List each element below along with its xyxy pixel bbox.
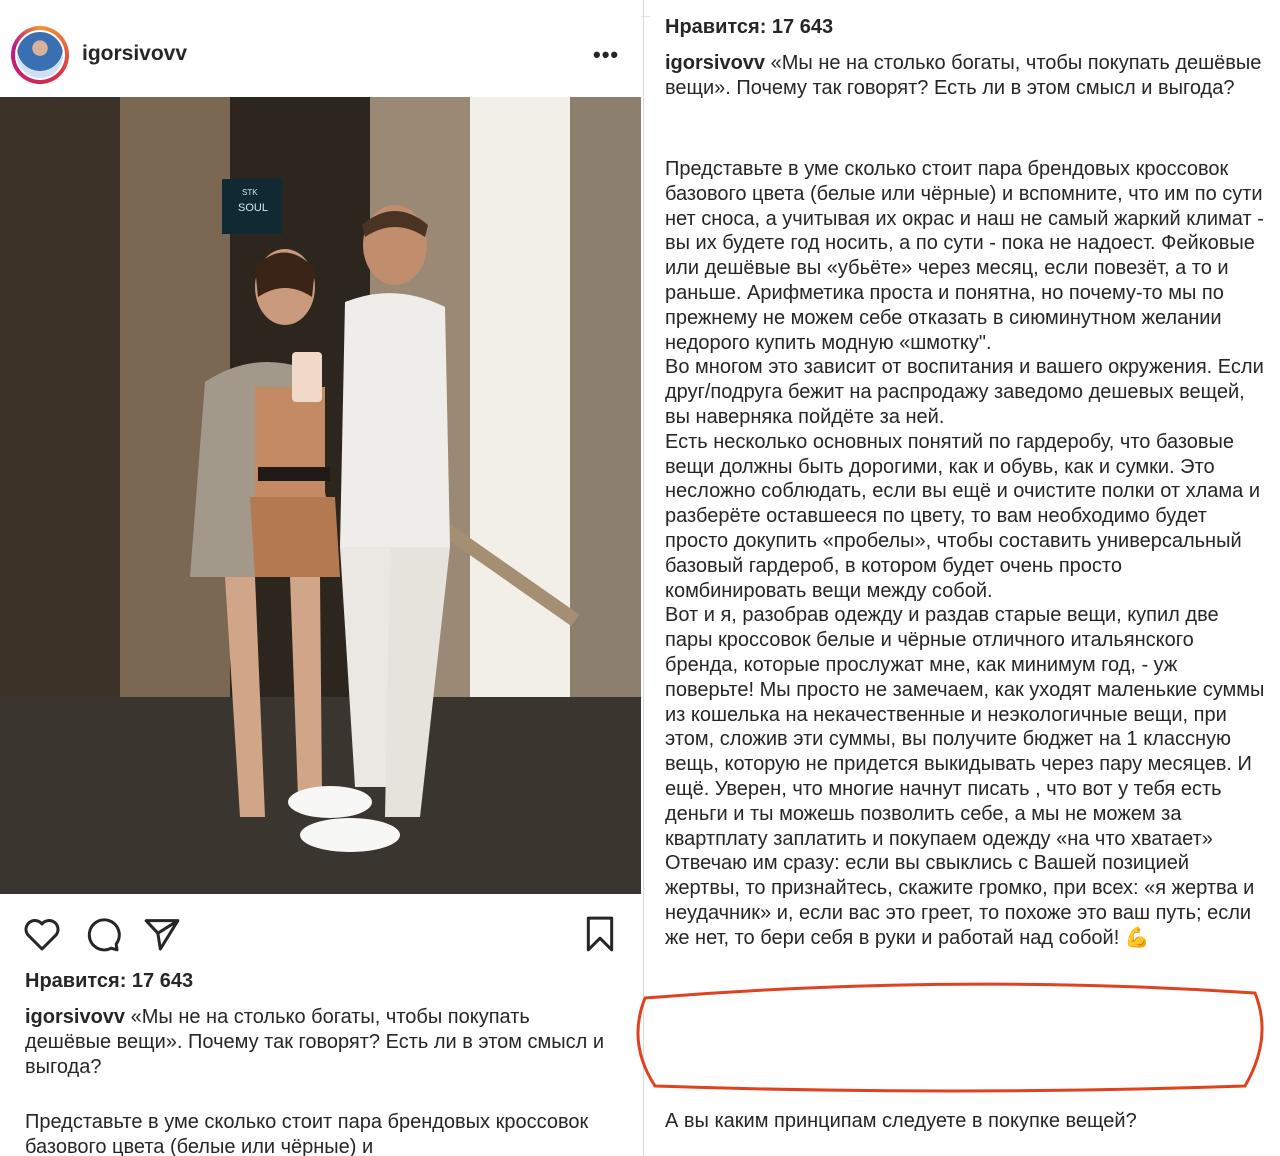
caption-paragraph: Во многом это зависит от воспитания и ва… — [665, 356, 1264, 428]
likes-count[interactable]: Нравится: 17 643 — [25, 970, 193, 993]
likes-count-expanded[interactable]: Нравится: 17 643 — [665, 16, 833, 39]
post-caption-expanded: Нравится: 17 643 igorsivovv «Мы не на ст… — [650, 0, 1280, 1156]
caption-username-expanded[interactable]: igorsivovv — [665, 52, 765, 74]
post-card-left: igorsivovv ••• STK SOUL Нравится: 17 643… — [0, 0, 641, 1156]
closing-question: А вы каким принципам следуете в покупке … — [665, 1110, 1137, 1132]
heart-icon[interactable] — [22, 914, 62, 954]
post-caption-expanded-title: igorsivovv «Мы не на столько богаты, что… — [665, 51, 1265, 101]
caption-username[interactable]: igorsivovv — [25, 1006, 125, 1028]
caption-body-preview: Представьте в уме сколько стоит пара бре… — [25, 1111, 589, 1156]
avatar[interactable] — [15, 30, 65, 80]
post-header: igorsivovv ••• — [0, 18, 641, 98]
post-actions — [0, 894, 641, 964]
panel-divider — [643, 0, 644, 1156]
caption-paragraph: Представьте в уме сколько стоит пара бре… — [665, 158, 1264, 354]
caption-body: Представьте в уме сколько стоит пара бре… — [665, 157, 1265, 951]
post-photo[interactable]: STK SOUL — [0, 97, 641, 894]
comment-icon[interactable] — [82, 914, 122, 954]
more-horizontal-icon[interactable]: ••• — [593, 42, 619, 68]
caption-paragraph: Есть несколько основных понятий по гарде… — [665, 430, 1260, 602]
photo-illustration: STK SOUL — [0, 97, 641, 894]
caption-paragraph: Вот и я, разобрав одежду и раздав старые… — [665, 604, 1265, 949]
bookmark-icon[interactable] — [580, 914, 620, 954]
post-caption: igorsivovv «Мы не на столько богаты, что… — [25, 1005, 605, 1080]
elevator-sign-line2: SOUL — [238, 202, 268, 214]
post-username[interactable]: igorsivovv — [82, 42, 187, 66]
avatar-story-ring[interactable] — [11, 26, 69, 84]
paper-plane-icon[interactable] — [142, 914, 182, 954]
elevator-sign-line1: STK — [242, 188, 258, 197]
